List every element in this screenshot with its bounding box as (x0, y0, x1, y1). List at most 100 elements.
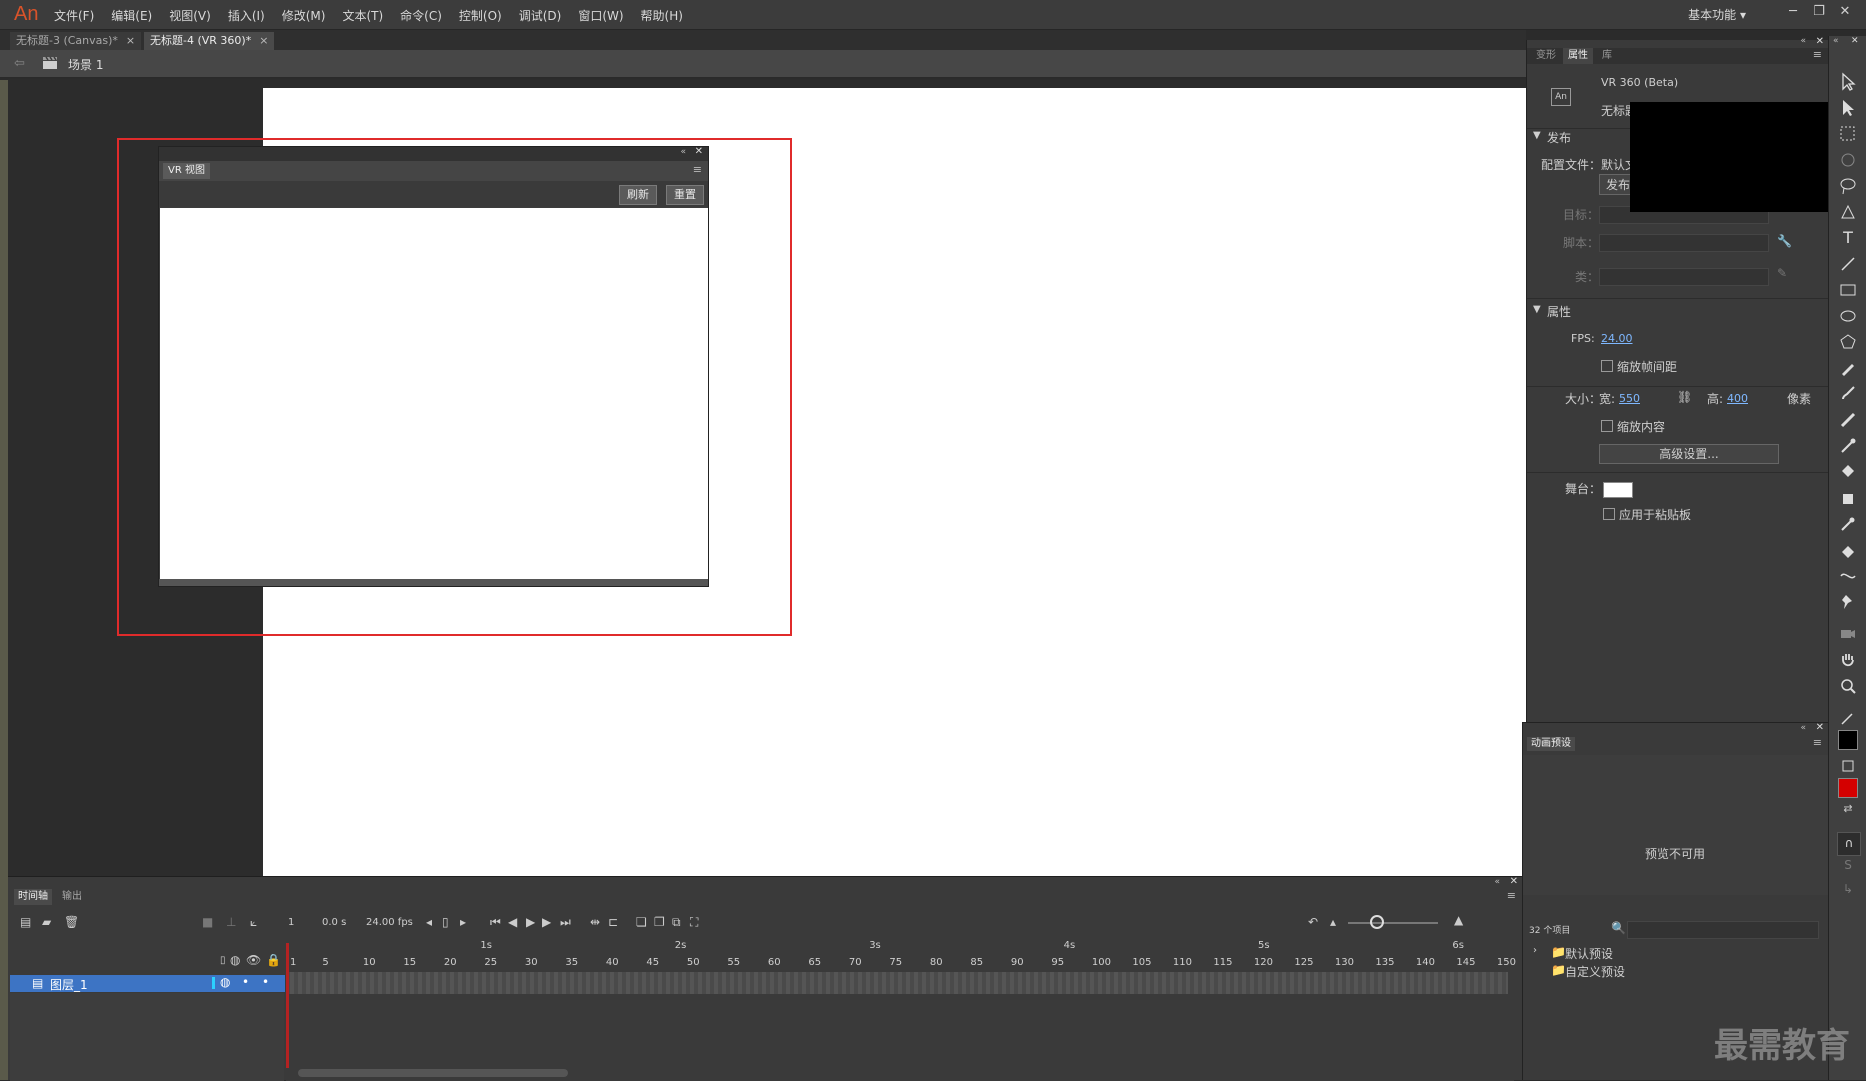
tab-output[interactable]: 输出 (58, 889, 86, 905)
parent-icon[interactable]: ⊥ (226, 915, 236, 929)
paint-brush-tool-icon[interactable] (1838, 384, 1858, 404)
lasso-tool-icon[interactable] (1838, 176, 1858, 196)
close-icon[interactable]: ✕ (1851, 36, 1859, 46)
prev-frame-icon[interactable]: ◀ (508, 915, 517, 929)
chevron-down-icon[interactable]: ▼ (1533, 304, 1541, 315)
center-frame-icon[interactable]: ▯ (442, 915, 449, 929)
loop-icon[interactable]: ⇹ (590, 915, 600, 929)
fill-color-swatch[interactable] (1838, 778, 1858, 798)
pencil-tool-icon[interactable] (1838, 358, 1858, 378)
onion-outline-icon[interactable]: ❐ (654, 915, 665, 929)
onion-range-icon[interactable]: ⧉ (672, 915, 681, 930)
attr-section-title[interactable]: 属性 (1547, 303, 1571, 320)
apply-paste-checkbox[interactable] (1603, 508, 1615, 520)
zoom-slider-thumb[interactable] (1370, 915, 1384, 929)
collapse-icon[interactable]: « (1833, 36, 1839, 46)
close-icon[interactable]: ✕ (1816, 36, 1824, 47)
camera-tool-icon[interactable] (1838, 624, 1858, 644)
last-frame-icon[interactable]: ⏭ (560, 915, 571, 930)
snap-magnet-icon[interactable]: ∩ (1837, 832, 1861, 856)
publish-section-title[interactable]: 发布 (1547, 129, 1571, 146)
step-forward-icon[interactable]: ▸ (460, 915, 466, 929)
menu-icon[interactable]: ≡ (1813, 736, 1822, 749)
stroke-color-icon[interactable] (1838, 708, 1858, 728)
new-layer-icon[interactable]: ▤ (20, 915, 31, 929)
presets-tab[interactable]: 动画预设 (1527, 737, 1575, 751)
menu-view[interactable]: 视图(V) (169, 7, 211, 24)
text-tool-icon[interactable]: T (1838, 228, 1858, 248)
minimize-icon[interactable]: ─ (1782, 4, 1804, 24)
height-value[interactable]: 400 (1727, 392, 1748, 405)
3d-rotation-tool-icon[interactable] (1838, 150, 1858, 170)
bone-tool-icon[interactable] (1838, 436, 1858, 456)
doc-tab-vr360[interactable]: 无标题-4 (VR 360)* × (144, 32, 275, 50)
stroke-color-swatch[interactable] (1838, 730, 1858, 750)
zoom-in-icon[interactable]: ▲ (1454, 913, 1463, 927)
close-icon[interactable]: × (126, 34, 135, 47)
menu-help[interactable]: 帮助(H) (641, 7, 683, 24)
playhead[interactable] (286, 943, 289, 1068)
current-time[interactable]: 0.0 s (322, 917, 346, 928)
eyedropper-tool-icon[interactable] (1838, 514, 1858, 534)
highlight-icon[interactable]: ▯ (220, 955, 226, 966)
horizontal-scrollbar[interactable] (298, 1069, 568, 1077)
scale-content-checkbox[interactable] (1601, 420, 1613, 432)
folder-default[interactable]: 默认预设 (1565, 945, 1613, 962)
onion-skin-icon[interactable]: ⊏ (608, 915, 618, 929)
tab-library[interactable]: 库 (1597, 48, 1617, 64)
close-icon[interactable]: ✕ (1834, 4, 1856, 24)
frame-grid[interactable] (286, 972, 1508, 994)
tab-transform[interactable]: 变形 (1531, 48, 1561, 64)
fill-color-icon[interactable] (1838, 756, 1858, 776)
vr-layer-icon[interactable]: ◍ (230, 953, 240, 967)
collapse-icon[interactable]: « (1800, 36, 1806, 46)
close-icon[interactable]: ✕ (1816, 722, 1824, 733)
width-tool-icon[interactable] (1838, 566, 1858, 586)
menu-window[interactable]: 窗口(W) (578, 7, 623, 24)
selection-tool-icon[interactable] (1838, 72, 1858, 92)
delete-icon[interactable]: 🗑 (64, 915, 79, 929)
close-icon[interactable]: × (259, 34, 268, 47)
chevron-down-icon[interactable]: ▼ (1533, 130, 1541, 141)
tab-properties[interactable]: 属性 (1563, 48, 1593, 64)
scale-spans-checkbox[interactable] (1601, 360, 1613, 372)
rectangle-tool-icon[interactable] (1838, 280, 1858, 300)
straighten-icon[interactable]: ↳ (1838, 882, 1858, 902)
polystar-tool-icon[interactable] (1838, 332, 1858, 352)
menu-edit[interactable]: 编辑(E) (111, 7, 152, 24)
eye-icon[interactable]: 👁 (246, 953, 261, 967)
menu-modify[interactable]: 修改(M) (282, 7, 326, 24)
frame-rate[interactable]: 24.00 fps (366, 917, 413, 928)
swap-colors-icon[interactable]: ⇄ (1838, 802, 1858, 822)
tab-timeline[interactable]: 时间轴 (14, 889, 52, 905)
current-frame[interactable]: 1 (288, 917, 294, 928)
lock-dot-icon[interactable]: • (262, 975, 269, 989)
restore-icon[interactable]: ❐ (1808, 4, 1830, 24)
free-transform-tool-icon[interactable] (1838, 124, 1858, 144)
zoom-out-icon[interactable]: ▴ (1330, 915, 1336, 929)
chevron-right-icon[interactable]: › (1533, 945, 1537, 956)
pin-tool-icon[interactable] (1838, 592, 1858, 612)
subselection-tool-icon[interactable] (1838, 98, 1858, 118)
scene-label[interactable]: 场景 1 (68, 56, 103, 73)
menu-file[interactable]: 文件(F) (54, 7, 94, 24)
ink-bottle-tool-icon[interactable] (1838, 488, 1858, 508)
menu-icon[interactable]: ≡ (1813, 48, 1822, 61)
new-folder-icon[interactable]: ▰ (42, 915, 51, 929)
fit-frames-icon[interactable]: ⛶ (690, 915, 698, 930)
advanced-settings-button[interactable]: 高级设置... (1599, 444, 1779, 464)
workspace-switcher[interactable]: 基本功能 ▾ (1688, 6, 1746, 23)
edit-multiple-icon[interactable]: ❏ (636, 915, 647, 929)
back-arrow-icon[interactable]: ⇦ (14, 56, 25, 71)
menu-debug[interactable]: 调试(D) (519, 7, 562, 24)
first-frame-icon[interactable]: ⏮ (490, 915, 501, 930)
smooth-icon[interactable]: S (1838, 858, 1858, 878)
graph-icon[interactable]: ⟀ (250, 915, 257, 930)
step-back-icon[interactable]: ◂ (426, 915, 432, 929)
pen-tool-icon[interactable] (1838, 202, 1858, 222)
menu-text[interactable]: 文本(T) (342, 7, 383, 24)
layer-row[interactable]: ▤ 图层_1 ◍ • • (10, 975, 285, 992)
folder-custom[interactable]: 自定义预设 (1565, 963, 1625, 980)
menu-commands[interactable]: 命令(C) (400, 7, 442, 24)
menu-insert[interactable]: 插入(I) (228, 7, 265, 24)
